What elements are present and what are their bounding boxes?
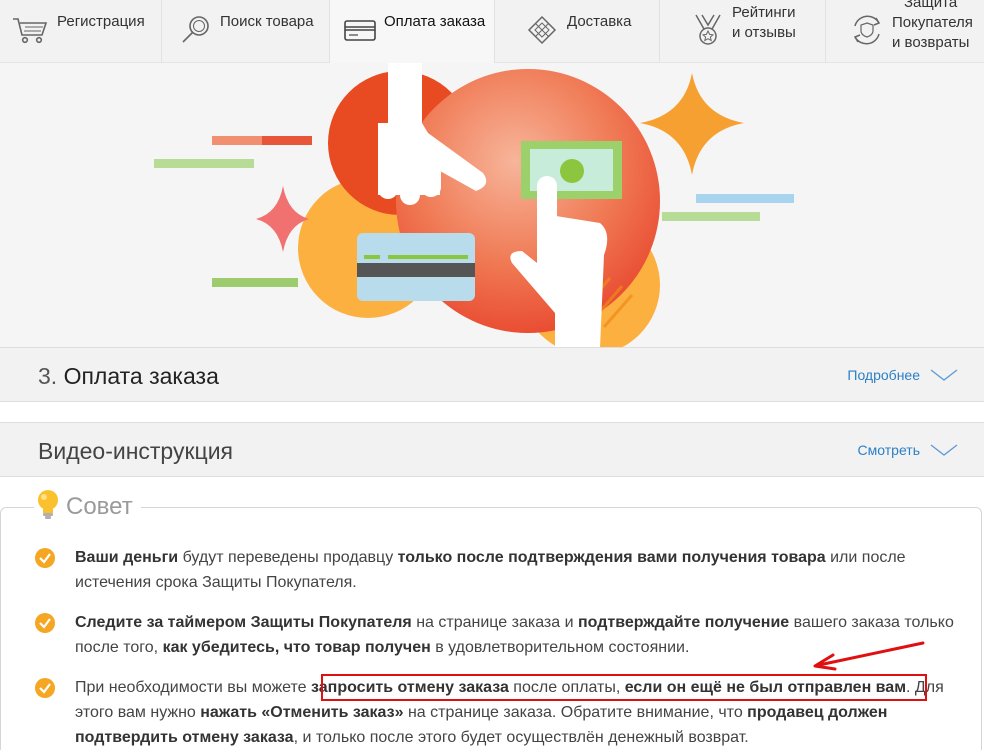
cart-icon xyxy=(12,16,48,48)
tip-text-bold: нажать «Отменить заказ» xyxy=(200,704,404,721)
tip-text-bold: только после подтверждения вами получени… xyxy=(397,549,826,566)
section-title: 3. Оплата заказа xyxy=(38,363,219,390)
tip-text-bold: как убедитесь, что товар получен xyxy=(162,639,431,656)
bar-green-2 xyxy=(212,278,298,287)
nav-label: Рейтинги xyxy=(732,4,796,21)
top-navigation: Регистрация Поиск товара Оплата заказа Д… xyxy=(0,0,984,63)
section-title-text: Оплата заказа xyxy=(63,363,219,389)
tip-text-run: в удовлетворительном состоянии. xyxy=(430,639,690,656)
nav-label: Оплата заказа xyxy=(384,13,486,30)
tip-text-run: , и только после этого будет осуществлён… xyxy=(293,729,749,746)
tip-text-run: будут переведены продавцу xyxy=(178,549,398,566)
section-title: Видео-инструкция xyxy=(38,438,234,464)
orange-star xyxy=(640,73,744,175)
payment-section-header[interactable]: 3. Оплата заказа Подробнее xyxy=(0,347,984,402)
bar-green xyxy=(154,159,254,168)
tip-text-bold: Ваши деньги xyxy=(75,549,179,566)
check-circle-icon xyxy=(35,548,55,576)
video-section-header[interactable]: Видео-инструкция Смотреть xyxy=(0,422,984,477)
highlight-box xyxy=(321,674,927,701)
medal-icon xyxy=(693,13,723,51)
watch-link-label: Смотреть xyxy=(857,442,920,458)
nav-label: и возвраты xyxy=(892,34,970,51)
tip-header: Совет xyxy=(34,488,141,526)
nav-item-delivery[interactable]: Доставка xyxy=(495,0,660,63)
chevron-down-icon xyxy=(930,443,958,457)
tip-text-run: на странице заказа и xyxy=(411,614,578,631)
shield-return-icon xyxy=(850,13,884,51)
section-number: 3. xyxy=(38,363,58,389)
check-circle-icon xyxy=(35,613,55,641)
nav-label: и отзывы xyxy=(732,24,796,41)
tip-text-bold: подтверждайте получение xyxy=(577,614,790,631)
more-link-label: Подробнее xyxy=(847,367,920,383)
red-arrow-icon xyxy=(813,641,925,671)
lightbulb-icon xyxy=(36,489,60,526)
magnifier-icon xyxy=(180,14,212,50)
chevron-down-icon xyxy=(930,368,958,382)
tip-text: Ваши деньги будут переведены продавцу то… xyxy=(75,549,906,591)
tip-text-run: При необходимости вы можете xyxy=(75,679,312,696)
nav-item-ratings[interactable]: Рейтинги и отзывы xyxy=(660,0,826,63)
tip-title: Совет xyxy=(66,493,133,520)
bar-red-light xyxy=(212,136,262,145)
bar-green-3 xyxy=(662,212,760,221)
nav-item-registration[interactable]: Регистрация xyxy=(0,0,162,63)
nav-label: Покупателя xyxy=(892,14,973,31)
more-link[interactable]: Подробнее xyxy=(847,367,958,383)
card-icon xyxy=(344,18,378,46)
nav-item-payment[interactable]: Оплата заказа xyxy=(330,0,495,63)
tip-item: Ваши деньги будут переведены продавцу то… xyxy=(35,545,955,595)
payment-illustration xyxy=(0,63,984,348)
watch-link[interactable]: Смотреть xyxy=(858,442,958,458)
hero-artwork xyxy=(154,63,794,348)
nav-label: Защита xyxy=(904,0,958,11)
nav-item-buyer-protection[interactable]: Защита Покупателя и возвраты xyxy=(826,0,984,63)
nav-item-search[interactable]: Поиск товара xyxy=(162,0,330,63)
bar-blue xyxy=(696,194,794,203)
check-circle-icon xyxy=(35,678,55,706)
nav-label: Регистрация xyxy=(57,13,145,30)
tip-text-bold: Следите за таймером Защиты Покупателя xyxy=(75,614,412,631)
tip-text-run: на странице заказа. Обратите внимание, ч… xyxy=(403,704,748,721)
box-icon xyxy=(527,15,557,49)
nav-label: Доставка xyxy=(567,13,632,30)
nav-label: Поиск товара xyxy=(220,13,314,30)
